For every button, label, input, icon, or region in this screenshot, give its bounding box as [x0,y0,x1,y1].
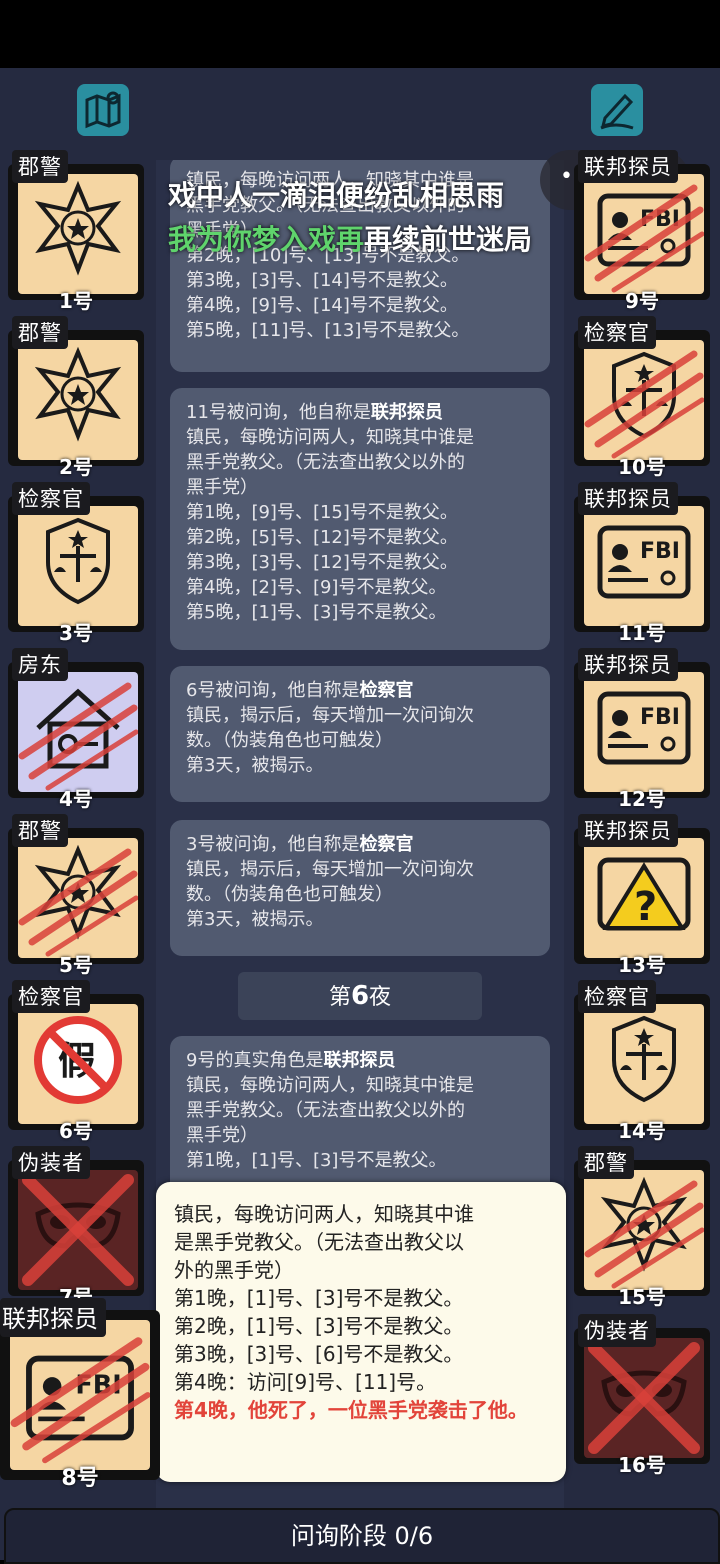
house-key-icon [36,688,120,769]
fbi-badge-icon: FBI [597,193,691,267]
player-number: 10号 [618,455,666,479]
message-card: 3号被问询，他自称是检察官 镇民，揭示后，每天增加一次问询次 数。（伪装角色也可触… [170,820,550,956]
role-tag: 郡警 [12,150,68,183]
fake-stamp-icon: 假 [34,1016,122,1104]
player-number: 14号 [618,1119,666,1143]
player-number: 11号 [618,621,666,645]
role-tag: 联邦探员 [578,648,678,681]
player-number: 1号 [59,289,93,313]
svg-text:FBI: FBI [640,705,680,730]
night-divider: 第6夜 [238,972,482,1020]
role-tag: 郡警 [12,814,68,847]
fbi-badge-icon: FBI [597,691,691,765]
role-tag: 联邦探员 [578,482,678,515]
role-tag: 郡警 [12,316,68,349]
fbi-badge-icon: FBI [597,525,691,599]
sheriff-badge-icon [600,1176,688,1272]
prosecutor-emblem-icon [612,351,676,439]
role-tag: 伪装者 [578,1314,656,1347]
player-card-5[interactable]: 郡警 5号 [8,814,144,977]
mask-icon [35,1202,121,1249]
player-card-9[interactable]: FBI 联邦探员 9号 [574,150,710,313]
prosecutor-emblem-icon [46,517,110,605]
role-tag: 联邦探员 [578,150,678,183]
role-tag: 郡警 [578,1146,634,1179]
lyric-line-1: 戏中人一滴泪便纷乱相思雨 [168,179,505,212]
role-tag: 检察官 [12,980,90,1013]
fbi-question-icon: ? [597,857,691,931]
player-card-15[interactable]: 郡警 15号 [574,1146,710,1309]
message-card: 11号被问询，他自称是联邦探员 镇民，每晚访问两人，知晓其中谁是 黑手党教父。（无… [170,388,550,650]
edit-icon [600,93,634,130]
role-tag: 检察官 [578,316,656,349]
player-number: 5号 [59,953,93,977]
fbi-badge-icon: FBI [26,1355,134,1441]
player-card-2[interactable]: 郡警 2号 [8,316,144,479]
svg-text:?: ? [634,884,657,930]
player-number: 2号 [59,455,93,479]
player-card-10[interactable]: 检察官 10号 [574,316,710,479]
phase-bar: 问询阶段 0/6 [4,1508,720,1564]
player-number: 13号 [618,953,666,977]
sheriff-badge-icon [34,346,122,442]
mask-icon [601,1370,687,1417]
player-card-4[interactable]: 房东 4号 [8,648,144,811]
sheriff-badge-icon [34,180,122,276]
role-tag: 检察官 [12,482,90,515]
player-card-7[interactable]: 伪装者 7号 [8,1146,144,1309]
svg-text:FBI: FBI [640,207,680,232]
role-tag: 联邦探员 [578,814,678,847]
lyric-line-2: 我为你梦入戏再再续前世迷局 [168,223,533,256]
svg-text:FBI: FBI [640,539,680,564]
player-number: 12号 [618,787,666,811]
prosecutor-emblem-icon [612,1015,676,1103]
player-card-13[interactable]: ? 联邦探员 13号 [574,814,710,977]
player-card-14[interactable]: 检察官 14号 [574,980,710,1143]
player-number: 9号 [625,289,659,313]
map-icon [85,91,121,129]
player-card-16[interactable]: 伪装者 16号 [574,1314,710,1477]
player-number: 8号 [61,1466,99,1491]
status-bar [0,0,720,68]
player-card-8-selected[interactable]: FBI 联邦探员 8号 [0,1298,160,1491]
map-button[interactable] [77,84,129,136]
edit-button[interactable] [591,84,643,136]
player-number: 16号 [618,1453,666,1477]
player-number: 15号 [618,1285,666,1309]
player-card-11[interactable]: FBI 联邦探员 11号 [574,482,710,645]
role-tag: 检察官 [578,980,656,1013]
message-card: 9号的真实角色是联邦探员 镇民，每晚访问两人，知晓其中谁是 黑手党教父。（无法查出… [170,1036,550,1196]
player-card-1[interactable]: 郡警 1号 [8,150,144,313]
player-card-12[interactable]: FBI 联邦探员 12号 [574,648,710,811]
player-number: 3号 [59,621,93,645]
player-number: 4号 [59,787,93,811]
role-detail-popup: 镇民，每晚访问两人，知晓其中谁 是黑手党教父。（无法查出教父以 外的黑手党） 第1晚… [156,1182,566,1482]
role-tag: 房东 [12,648,68,681]
sheriff-badge-icon [34,844,122,940]
player-number: 6号 [59,1119,93,1143]
role-tag: 联邦探员 [0,1298,106,1337]
player-card-3[interactable]: 检察官 3号 [8,482,144,645]
svg-text:FBI: FBI [75,1370,121,1400]
message-card: 6号被问询，他自称是检察官 镇民，揭示后，每天增加一次问询次 数。（伪装角色也可触… [170,666,550,802]
role-tag: 伪装者 [12,1146,90,1179]
player-card-6[interactable]: 假检察官 6号 [8,980,144,1143]
